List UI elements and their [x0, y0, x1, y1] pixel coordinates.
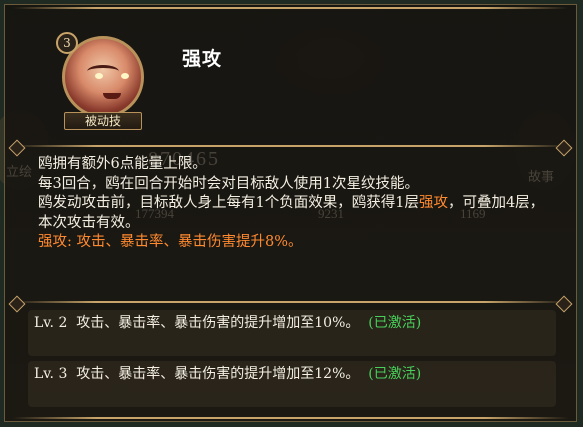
- description-line: 每3回合，鸥在回合开始时会对目标敌人使用1次星纹技能。: [38, 175, 419, 192]
- portrait-eyes: [95, 73, 129, 81]
- frame-divider: [13, 145, 568, 147]
- divider-ornament-right-2: [555, 295, 573, 313]
- level-effect-text: 攻击、暴击率、暴击伤害的提升增加至12%。: [76, 366, 360, 382]
- skill-icon: 3 被动技: [56, 32, 150, 130]
- keyword-highlight: 强攻: [418, 195, 448, 211]
- level-label: Lv. 2: [34, 315, 68, 331]
- skill-name: 强攻: [182, 48, 223, 70]
- frame-top-line: [13, 7, 568, 9]
- portrait-mouth: [103, 93, 121, 99]
- divider-ornament-right: [555, 139, 573, 157]
- level-status-badge: (已激活): [368, 315, 422, 331]
- level-upgrade-row: Lv. 2 攻击、暴击率、暴击伤害的提升增加至10%。 (已激活): [34, 313, 554, 334]
- frame-bottom-line: [13, 417, 568, 419]
- level-upgrade-row: Lv. 3 攻击、暴击率、暴击伤害的提升增加至12%。 (已激活): [34, 364, 554, 385]
- frame-divider-levels: [13, 301, 568, 303]
- description-line: 鸥发动攻击前，目标敌人身上每有1个负面效果，鸥获得1层强攻，可叠加4层，本次攻击…: [38, 195, 545, 231]
- level-label: Lv. 3: [34, 366, 68, 382]
- description-line: 鸥拥有额外6点能量上限。: [38, 156, 207, 172]
- divider-ornament-left-2: [8, 295, 26, 313]
- skill-type-label: 被动技: [64, 112, 142, 130]
- background-portrait-label: 立绘: [6, 165, 33, 180]
- level-status-badge: (已激活): [368, 366, 422, 382]
- skill-description: 鸥拥有额外6点能量上限。 每3回合，鸥在回合开始时会对目标敌人使用1次星纹技能。…: [38, 155, 554, 253]
- level-effect-text: 攻击、暴击率、暴击伤害的提升增加至10%。: [76, 315, 360, 331]
- skill-level-badge: 3: [56, 32, 78, 54]
- keyword-definition: 强攻: 攻击、暴击率、暴击伤害提升8%。: [38, 234, 303, 250]
- divider-ornament-left: [8, 139, 26, 157]
